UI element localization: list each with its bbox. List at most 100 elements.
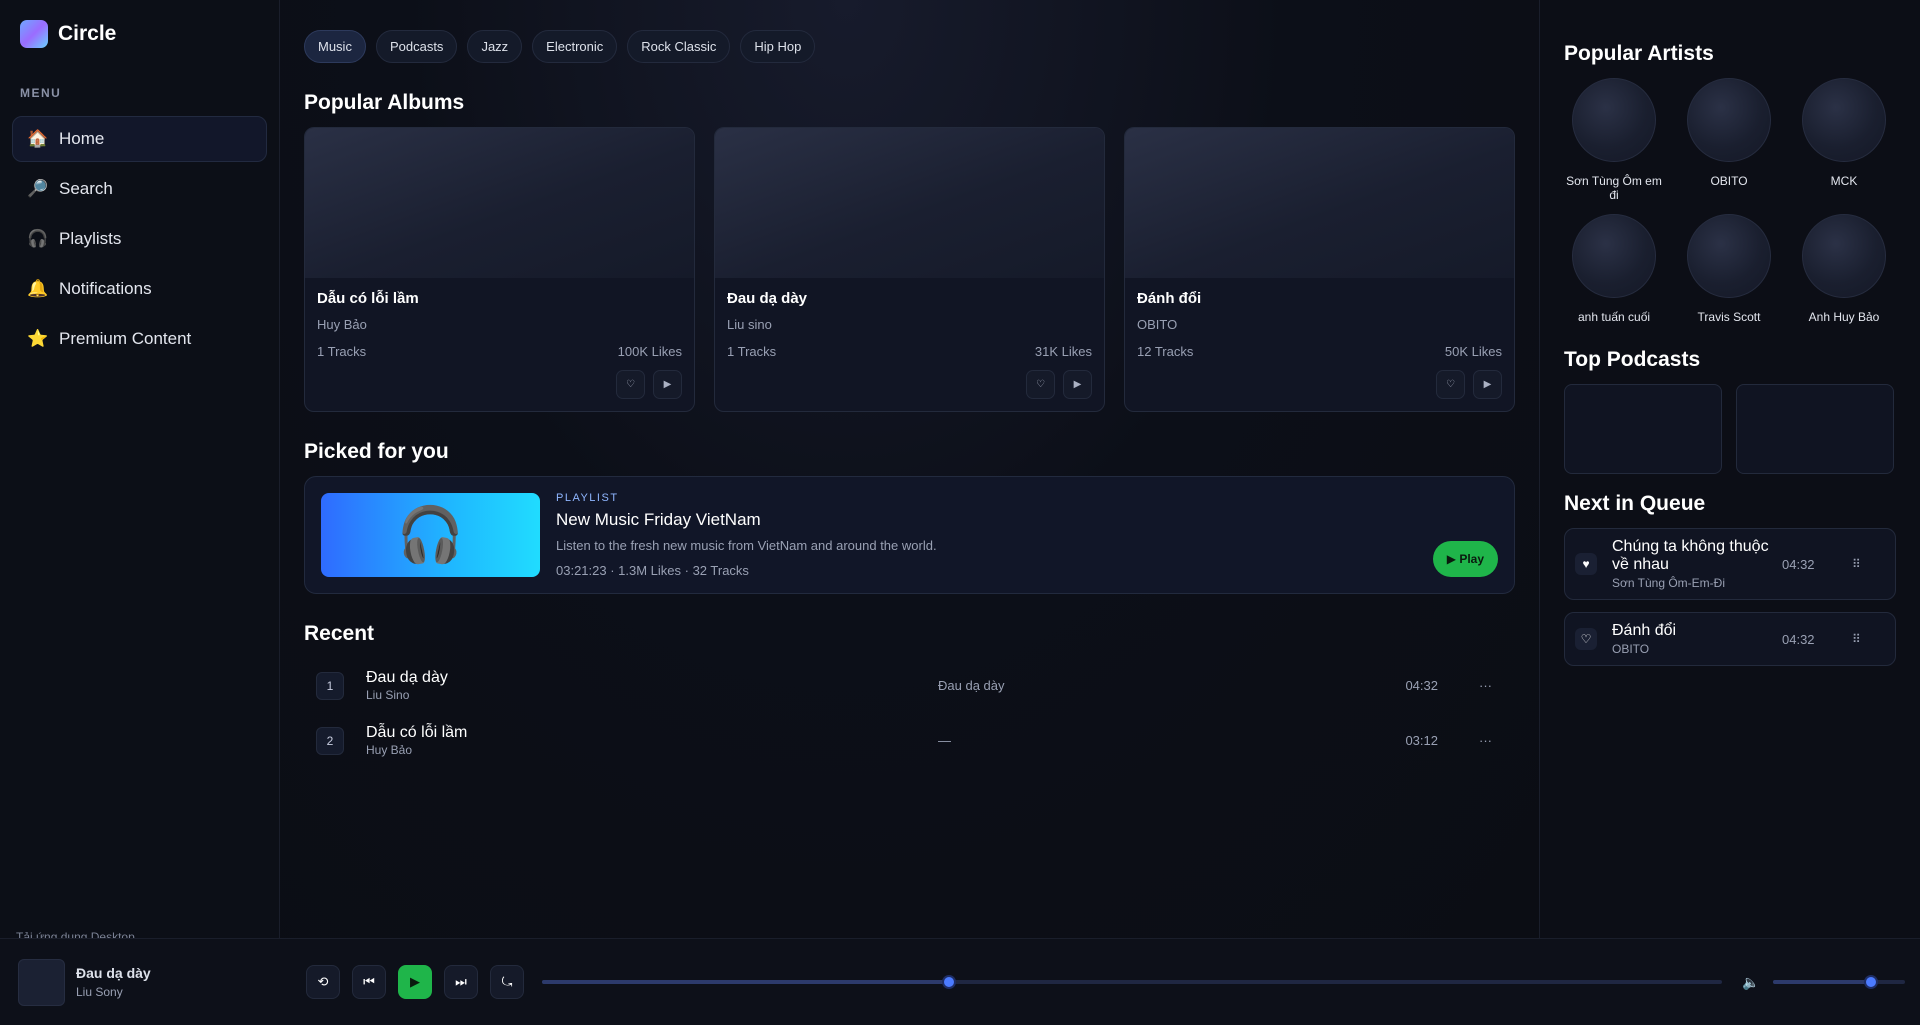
repeat-button[interactable]: ⤿: [490, 965, 524, 999]
play-button[interactable]: ▶: [1063, 370, 1092, 399]
recent-list: 1 Đau dạ dày Liu Sino Đau dạ dày 04:32 ·…: [304, 658, 1515, 768]
shuffle-button[interactable]: ⟲: [306, 965, 340, 999]
play-pause-button[interactable]: ▶: [398, 965, 432, 999]
queue-track-duration: 04:32: [1782, 631, 1815, 647]
play-playlist-button[interactable]: ▶ Play: [1432, 541, 1498, 577]
like-button[interactable]: ♡: [1026, 370, 1055, 399]
queue-track-artist: Sơn Tùng Ôm-Em-Đi: [1612, 576, 1726, 590]
like-button[interactable]: ♡: [1436, 370, 1465, 399]
track-artist: Huy Bảo: [366, 743, 413, 757]
play-button[interactable]: ▶: [653, 370, 682, 399]
artist-name: anh tuấn cuối: [1577, 310, 1651, 324]
sidebar-item-playlists[interactable]: 🎧 Playlists: [12, 216, 267, 262]
sidebar-item-search[interactable]: 🔎 Search: [12, 166, 267, 212]
podcast-card[interactable]: [1564, 384, 1722, 474]
album-cover: [1125, 128, 1514, 278]
queue-list: ♥ Chúng ta không thuộc về nhau Sơn Tùng …: [1564, 528, 1896, 666]
repeat-icon: ⤿: [501, 974, 513, 989]
brand[interactable]: Circle: [0, 0, 279, 68]
picked-playlist-card[interactable]: 🎧 PLAYLIST New Music Friday VietNam List…: [304, 476, 1515, 594]
previous-icon: ⏮: [363, 974, 375, 989]
sidebar-item-label: Notifications: [59, 279, 152, 298]
chip-podcasts[interactable]: Podcasts: [375, 30, 458, 63]
play-icon: ▶: [663, 379, 672, 390]
heart-outline-icon[interactable]: ♡: [1575, 628, 1597, 650]
artist-grid: Sơn Tùng Ôm em đi OBITO MCK anh tuấn cuố…: [1564, 78, 1896, 340]
chip-electronic[interactable]: Electronic: [532, 30, 618, 63]
popular-albums-title: Popular Albums: [304, 91, 465, 114]
brand-name: Circle: [58, 22, 117, 45]
queue-track-title: Chúng ta không thuộc về nhau: [1612, 538, 1769, 573]
play-button[interactable]: ▶: [1473, 370, 1502, 399]
artist-name: Anh Huy Bảo: [1808, 310, 1880, 324]
main-content: Music Podcasts Jazz Electronic Rock Clas…: [280, 0, 1540, 938]
playlist-description: Listen to the fresh new music from VietN…: [556, 538, 937, 553]
star-icon: ⭐: [27, 329, 49, 348]
chip-music[interactable]: Music: [304, 30, 366, 63]
table-row[interactable]: 2 Dẫu có lỗi lầm Huy Bảo — 03:12 ···: [304, 713, 1515, 768]
sidebar-item-notifications[interactable]: 🔔 Notifications: [12, 266, 267, 312]
artist-card[interactable]: Anh Huy Bảo: [1794, 214, 1894, 340]
now-playing[interactable]: Đau dạ dày Liu Sony: [0, 958, 300, 1006]
track-duration: 04:32: [1405, 678, 1438, 693]
album-title: Đánh đổi: [1137, 290, 1202, 307]
next-button[interactable]: ⏭: [444, 965, 478, 999]
artist-card[interactable]: anh tuấn cuối: [1564, 214, 1664, 340]
sidebar-item-label: Home: [59, 129, 105, 148]
album-card[interactable]: Dẫu có lỗi lầm Huy Bảo 1 Tracks 100K Lik…: [304, 127, 695, 412]
queue-track-artist: OBITO: [1612, 642, 1650, 656]
category-chips: Music Podcasts Jazz Electronic Rock Clas…: [304, 30, 1515, 63]
circle-logo-icon: [20, 20, 48, 48]
track-artist: Liu Sino: [366, 688, 410, 702]
queue-item[interactable]: ♥ Chúng ta không thuộc về nhau Sơn Tùng …: [1564, 528, 1896, 600]
progress-slider[interactable]: [542, 975, 1722, 989]
sidebar-item-home[interactable]: 🏠 Home: [12, 116, 267, 162]
progress-handle[interactable]: [942, 975, 957, 989]
search-icon: 🔎: [27, 179, 49, 198]
more-options-button[interactable]: ···: [1438, 678, 1492, 693]
previous-button[interactable]: ⏮: [352, 965, 386, 999]
chip-hip-hop[interactable]: Hip Hop: [740, 30, 816, 63]
chip-rock-classic[interactable]: Rock Classic: [627, 30, 731, 63]
album-cover: [305, 128, 694, 278]
volume-icon[interactable]: 🔈: [1742, 974, 1759, 991]
menu-label: MENU: [20, 86, 62, 100]
track-index: 1: [316, 671, 344, 700]
volume-handle[interactable]: [1864, 975, 1879, 989]
avatar: [1802, 78, 1886, 162]
more-options-button[interactable]: ···: [1438, 733, 1492, 748]
heart-icon: ♡: [1036, 379, 1045, 390]
queue-track-duration: 04:32: [1782, 556, 1815, 572]
playlist-kind: PLAYLIST: [556, 492, 619, 504]
drag-handle-icon[interactable]: ⠿: [1852, 632, 1861, 646]
playlist-cover: 🎧: [321, 493, 540, 577]
artist-card[interactable]: MCK: [1794, 78, 1894, 204]
play-icon: ▶: [1483, 379, 1492, 390]
drag-handle-icon[interactable]: ⠿: [1852, 557, 1861, 571]
now-playing-cover: [18, 958, 65, 1006]
artist-name: MCK: [1830, 174, 1858, 188]
artist-name: Travis Scott: [1697, 310, 1761, 324]
play-icon: ▶: [1073, 379, 1082, 390]
album-list: Dẫu có lỗi lầm Huy Bảo 1 Tracks 100K Lik…: [304, 127, 1515, 412]
like-button[interactable]: ♡: [616, 370, 645, 399]
artist-card[interactable]: Travis Scott: [1679, 214, 1779, 340]
queue-item[interactable]: ♡ Đánh đổi OBITO 04:32 ⠿: [1564, 612, 1896, 666]
album-title: Đau dạ dày: [727, 290, 808, 307]
album-card[interactable]: Đánh đổi OBITO 12 Tracks 50K Likes ♡ ▶: [1124, 127, 1515, 412]
podcast-card[interactable]: [1736, 384, 1894, 474]
now-playing-artist: Liu Sony: [76, 985, 123, 999]
album-card[interactable]: Đau dạ dày Liu sino 1 Tracks 31K Likes ♡…: [714, 127, 1105, 412]
avatar: [1687, 214, 1771, 298]
volume-slider[interactable]: [1773, 975, 1906, 989]
sidebar-item-premium[interactable]: ⭐ Premium Content: [12, 316, 267, 362]
next-in-queue-title: Next in Queue: [1564, 492, 1706, 515]
heart-icon[interactable]: ♥: [1575, 553, 1597, 575]
chip-jazz[interactable]: Jazz: [467, 30, 523, 63]
progress-fill: [542, 980, 950, 984]
album-title: Dẫu có lỗi lầm: [317, 290, 419, 307]
table-row[interactable]: 1 Đau dạ dày Liu Sino Đau dạ dày 04:32 ·…: [304, 658, 1515, 713]
artist-card[interactable]: OBITO: [1679, 78, 1779, 204]
playlist-meta: 03:21:23 · 1.3M Likes · 32 Tracks: [556, 563, 749, 578]
artist-card[interactable]: Sơn Tùng Ôm em đi: [1564, 78, 1664, 204]
